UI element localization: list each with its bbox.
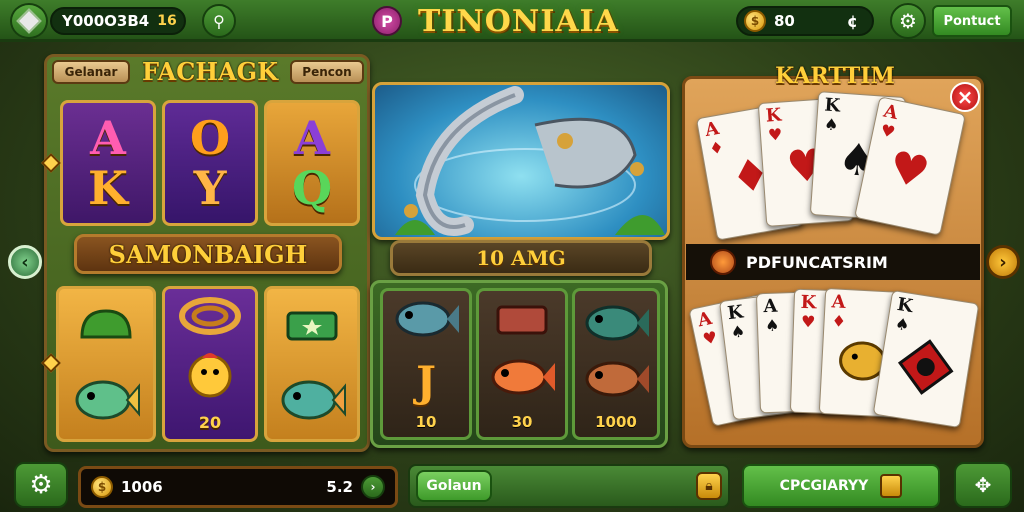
card-suit: ♥ xyxy=(767,124,784,145)
hook-panel xyxy=(372,82,670,240)
gem-badge: 16 xyxy=(157,13,177,29)
nav-left-arrow[interactable]: ‹ xyxy=(8,245,42,279)
menu-button[interactable]: ✥ xyxy=(954,462,1012,508)
tile-letter: Y xyxy=(193,161,227,215)
fish-value: 1000 xyxy=(595,413,637,431)
account-button[interactable]: Pontuct xyxy=(932,5,1012,37)
card-panel-banner-text: PDFUNCATSRIM xyxy=(746,252,888,272)
coin-balance-pill: $ 80 ¢ xyxy=(736,6,874,36)
home-gem-button[interactable] xyxy=(10,3,48,39)
close-icon: × xyxy=(956,85,974,109)
fish-letter: J xyxy=(416,357,436,406)
card-rank: K xyxy=(726,301,745,325)
chevron-right-icon: › xyxy=(999,251,1007,273)
fish-tile-1[interactable]: J 10 xyxy=(380,288,472,440)
help-button[interactable]: P xyxy=(372,6,402,36)
gear-icon: ⚙ xyxy=(29,470,53,500)
card-suit: ♥ xyxy=(700,327,719,349)
fish-tile-3[interactable]: 1000 xyxy=(572,288,660,440)
gem-icon xyxy=(16,8,42,34)
tile-letter: K xyxy=(88,161,128,215)
card-suit: ♠ xyxy=(729,321,747,342)
reel-bottom-3[interactable] xyxy=(264,286,360,442)
card-rank: A xyxy=(763,295,778,318)
tile-letter: O xyxy=(189,111,231,165)
helmet-icon xyxy=(80,308,132,338)
key-icon: ⚲ xyxy=(213,11,225,31)
game-title: TINONIAIA xyxy=(418,4,619,39)
coin-add-symbol[interactable]: ¢ xyxy=(847,12,858,31)
card-panel-title: KARTTIM xyxy=(775,63,895,89)
fish-icon xyxy=(585,361,649,397)
bottom-settings-button[interactable]: ⚙ xyxy=(14,462,68,508)
gem-balance-pill: Y000O3B4 16 xyxy=(50,7,186,35)
reel-tile-2[interactable]: O Y xyxy=(162,100,258,226)
slot-title: FACHAGK xyxy=(141,57,278,86)
card-suit: ♥ xyxy=(800,311,816,332)
tile-letter: Q xyxy=(291,161,333,215)
card-suit: ♠ xyxy=(893,313,911,335)
reel-bottom-value: 20 xyxy=(198,412,222,432)
rope-icon xyxy=(179,297,241,336)
card-rank: K xyxy=(800,291,817,314)
nav-right-arrow[interactable]: › xyxy=(986,245,1020,279)
fish-icon xyxy=(281,380,346,419)
fish-icon xyxy=(75,380,140,419)
bet-adjust-button[interactable]: › xyxy=(361,475,385,499)
card-suit: ♠ xyxy=(764,315,780,336)
bet-value: 5.2 xyxy=(326,478,353,496)
card-suit: ♠ xyxy=(823,114,840,135)
lock-button[interactable]: 🔒︎ xyxy=(696,472,722,500)
jester-icon xyxy=(897,339,954,395)
collect-icon xyxy=(880,474,903,498)
fishing-hook-icon xyxy=(395,86,665,236)
fish-value: 10 xyxy=(415,413,437,431)
card-rank: K xyxy=(764,104,783,127)
slot-right-label[interactable]: Pencon xyxy=(290,60,364,84)
help-symbol: P xyxy=(381,11,393,31)
tile-letter: A xyxy=(294,111,330,165)
fish-icon xyxy=(585,305,649,341)
controller-icon: ✥ xyxy=(974,473,992,497)
reel-bottom-2[interactable]: 20 xyxy=(162,286,258,442)
slot-mid-banner-text: SAMONBAIGH xyxy=(108,239,308,269)
collect-button[interactable]: CPCGIARYY xyxy=(742,464,940,508)
banner-fish-icon xyxy=(710,249,736,275)
card-panel-close-button[interactable]: × xyxy=(950,82,980,112)
bottom-balance: 1006 xyxy=(121,478,163,496)
fish-tile-2[interactable]: 30 xyxy=(476,288,568,440)
coin-icon: $ xyxy=(91,476,113,498)
tile-letter: A xyxy=(90,111,126,165)
tackle-box-icon xyxy=(496,305,548,335)
hook-value-plate: 10 AMG xyxy=(390,240,652,276)
gem-balance: Y000O3B4 xyxy=(62,12,150,30)
card-rank: A xyxy=(831,291,847,314)
coin-balance: 80 xyxy=(774,12,795,30)
lock-icon: 🔒︎ xyxy=(705,478,713,494)
card-suit: ♦ xyxy=(831,311,847,332)
fish-icon xyxy=(395,301,459,337)
fish-value: 30 xyxy=(511,413,533,431)
hook-value: 10 AMG xyxy=(476,246,566,270)
tackle-box-icon xyxy=(286,311,338,340)
slot-mid-banner: SAMONBAIGH xyxy=(74,234,342,274)
action-button[interactable]: Golaun xyxy=(416,470,492,502)
chevron-left-icon: ‹ xyxy=(21,251,29,273)
settings-button[interactable]: ⚙ xyxy=(890,3,926,39)
slot-left-label[interactable]: Gelanar xyxy=(52,60,130,84)
reel-bottom-1[interactable] xyxy=(56,286,156,442)
card-rank: K xyxy=(895,293,915,318)
fish-icon xyxy=(491,359,555,395)
gear-icon: ⚙ xyxy=(899,9,917,33)
card-center-suit: ♥ xyxy=(884,141,934,200)
chick-icon xyxy=(188,353,232,398)
coin-icon: $ xyxy=(744,10,766,32)
reel-tile-3[interactable]: A Q xyxy=(264,100,360,226)
bottom-balance-pill: $ 1006 5.2 › xyxy=(78,466,398,508)
collect-label: CPCGIARYY xyxy=(779,478,869,494)
key-button[interactable]: ⚲ xyxy=(202,4,236,38)
card-panel-banner: PDFUNCATSRIM xyxy=(686,244,980,280)
reel-tile-1[interactable]: A K xyxy=(60,100,156,226)
card-rank: K xyxy=(823,94,841,117)
